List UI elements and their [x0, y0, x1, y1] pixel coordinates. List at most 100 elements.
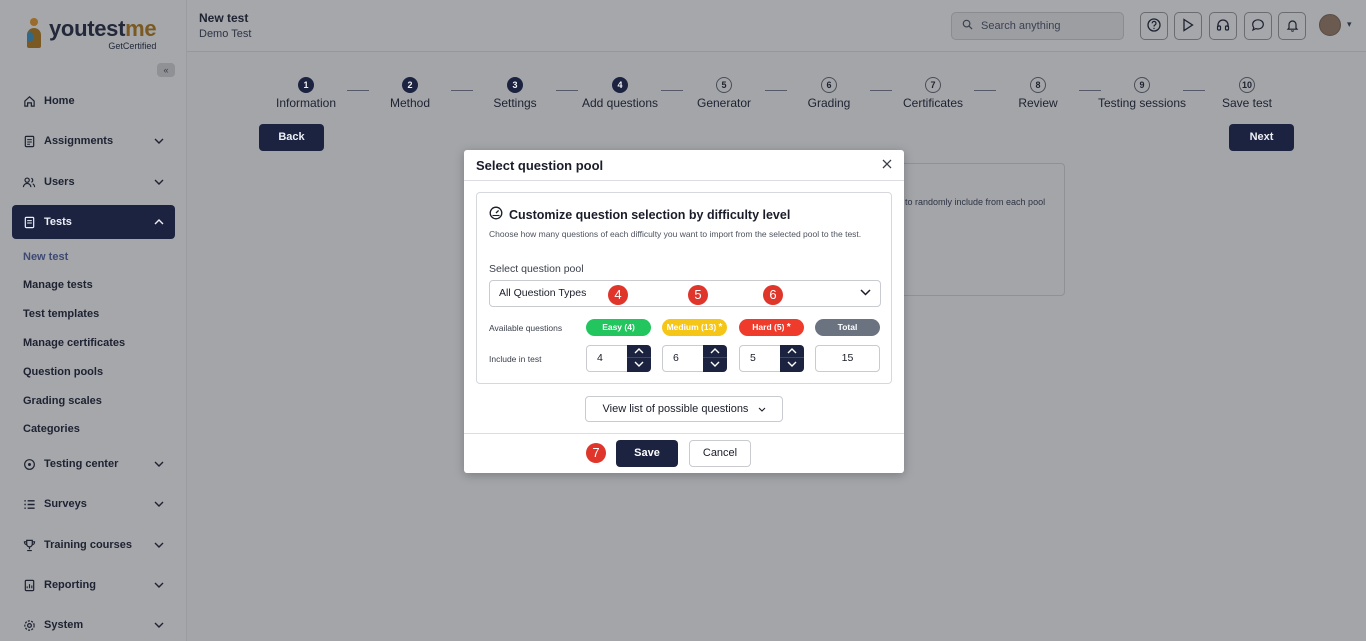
brand-tagline: GetCertified — [108, 41, 157, 51]
close-icon — [882, 157, 892, 172]
sidebar-item-label: Home — [44, 95, 75, 107]
brand-logo[interactable]: youtestme GetCertified — [25, 18, 157, 56]
callout-marker: 5 — [688, 285, 708, 305]
sidebar-item-label: Reporting — [44, 579, 96, 591]
top-header: New test Demo Test Search anything ▾ — [187, 0, 1366, 52]
step-number: 6 — [821, 77, 837, 93]
sidebar-item-reporting[interactable]: Reporting — [12, 568, 175, 602]
step-add-questions[interactable]: 4 Add questions — [570, 77, 670, 110]
stepper-value: 4 — [597, 352, 603, 364]
stepper-controls — [780, 345, 804, 372]
medium-badge: Medium (13) * — [662, 319, 727, 336]
notifications-button[interactable] — [1278, 12, 1306, 40]
dialog-header: Select question pool — [464, 150, 904, 181]
dialog-footer — [464, 433, 904, 473]
callout-marker: 6 — [763, 285, 783, 305]
step-testing-sessions[interactable]: 9 Testing sessions — [1092, 77, 1192, 110]
sidebar-item-label: Tests — [44, 216, 72, 228]
step-number: 4 — [612, 77, 628, 93]
decrement-button[interactable] — [627, 358, 651, 371]
step-number: 9 — [1134, 77, 1150, 93]
sidebar-item-training-courses[interactable]: Training courses — [12, 528, 175, 562]
home-icon — [22, 94, 36, 108]
step-method[interactable]: 2 Method — [360, 77, 460, 110]
sidebar-subitem-categories[interactable]: Categories — [23, 423, 80, 435]
collapse-sidebar-button[interactable]: « — [157, 63, 175, 77]
page-subtitle: Demo Test — [199, 28, 252, 40]
sidebar-subitem-grading-scales[interactable]: Grading scales — [23, 395, 102, 407]
step-label: Testing sessions — [1097, 96, 1187, 110]
step-review[interactable]: 8 Review — [988, 77, 1088, 110]
tests-icon — [22, 215, 36, 229]
users-icon — [22, 175, 36, 189]
save-button[interactable]: Save — [616, 440, 678, 467]
back-button[interactable]: Back — [259, 124, 324, 151]
chat-button[interactable] — [1244, 12, 1272, 40]
play-button[interactable] — [1174, 12, 1202, 40]
sidebar-subitem-test-templates[interactable]: Test templates — [23, 308, 99, 320]
medium-quantity-stepper[interactable]: 6 — [662, 345, 727, 372]
trophy-icon — [22, 538, 36, 552]
available-questions-label: Available questions — [489, 323, 563, 333]
easy-quantity-stepper[interactable]: 4 — [586, 345, 651, 372]
sidebar-item-surveys[interactable]: Surveys — [12, 487, 175, 521]
cancel-button[interactable]: Cancel — [689, 440, 751, 467]
sidebar-subitem-manage-tests[interactable]: Manage tests — [23, 279, 93, 291]
sidebar-item-users[interactable]: Users — [12, 165, 175, 199]
sidebar-item-tests[interactable]: Tests — [12, 205, 175, 239]
step-generator[interactable]: 5 Generator — [674, 77, 774, 110]
total-value: 15 — [815, 345, 880, 372]
chevron-down-icon[interactable]: ▾ — [1347, 19, 1352, 30]
question-pool-select[interactable]: All Question Types — [489, 280, 881, 307]
step-settings[interactable]: 3 Settings — [465, 77, 565, 110]
sidebar-item-label: Surveys — [44, 498, 87, 510]
chevron-up-icon — [151, 217, 167, 228]
stepper-controls — [703, 345, 727, 372]
close-button[interactable] — [880, 158, 894, 172]
step-label: Generator — [696, 96, 752, 110]
sidebar-subitem-manage-certificates[interactable]: Manage certificates — [23, 337, 125, 349]
avatar[interactable] — [1319, 14, 1341, 36]
step-grading[interactable]: 6 Grading — [779, 77, 879, 110]
callout-marker: 7 — [586, 443, 606, 463]
search-input[interactable]: Search anything — [951, 12, 1124, 40]
sidebar-item-testing-center[interactable]: Testing center — [12, 447, 175, 481]
decrement-button[interactable] — [780, 358, 804, 371]
surveys-icon — [22, 497, 36, 511]
step-number: 3 — [507, 77, 523, 93]
sidebar-item-label: Training courses — [44, 539, 133, 551]
search-icon — [962, 19, 973, 33]
step-label: Certificates — [902, 96, 964, 110]
step-label: Save test — [1221, 96, 1273, 110]
chevron-down-icon — [634, 352, 644, 377]
help-button[interactable] — [1140, 12, 1168, 40]
next-button[interactable]: Next — [1229, 124, 1294, 151]
decrement-button[interactable] — [703, 358, 727, 371]
include-in-test-label: Include in test — [489, 354, 542, 364]
sidebar-subitem-question-pools[interactable]: Question pools — [23, 366, 103, 378]
reporting-icon — [22, 578, 36, 592]
chevron-down-icon — [151, 580, 167, 591]
callout-marker: 4 — [608, 285, 628, 305]
step-label: Method — [389, 96, 431, 110]
total-badge: Total — [815, 319, 880, 336]
sidebar-item-system[interactable]: System — [12, 608, 175, 641]
select-value: All Question Types — [499, 287, 587, 299]
step-save-test[interactable]: 10 Save test — [1197, 77, 1297, 110]
step-label: Settings — [493, 96, 537, 110]
chevron-down-icon — [151, 177, 167, 188]
support-button[interactable] — [1209, 12, 1237, 40]
chevron-down-icon — [151, 540, 167, 551]
chevron-down-icon — [758, 403, 766, 415]
hard-badge: Hard (5) * — [739, 319, 804, 336]
step-certificates[interactable]: 7 Certificates — [883, 77, 983, 110]
chevron-down-icon — [787, 352, 797, 377]
play-icon — [1182, 17, 1194, 35]
hard-quantity-stepper[interactable]: 5 — [739, 345, 804, 372]
step-label: Grading — [807, 96, 851, 110]
sidebar-subitem-new-test[interactable]: New test — [23, 251, 68, 263]
step-information[interactable]: 1 Information — [256, 77, 356, 110]
sidebar-item-home[interactable]: Home — [12, 84, 175, 118]
sidebar-item-assignments[interactable]: Assignments — [12, 124, 175, 158]
view-possible-questions-button[interactable]: View list of possible questions — [585, 396, 783, 422]
